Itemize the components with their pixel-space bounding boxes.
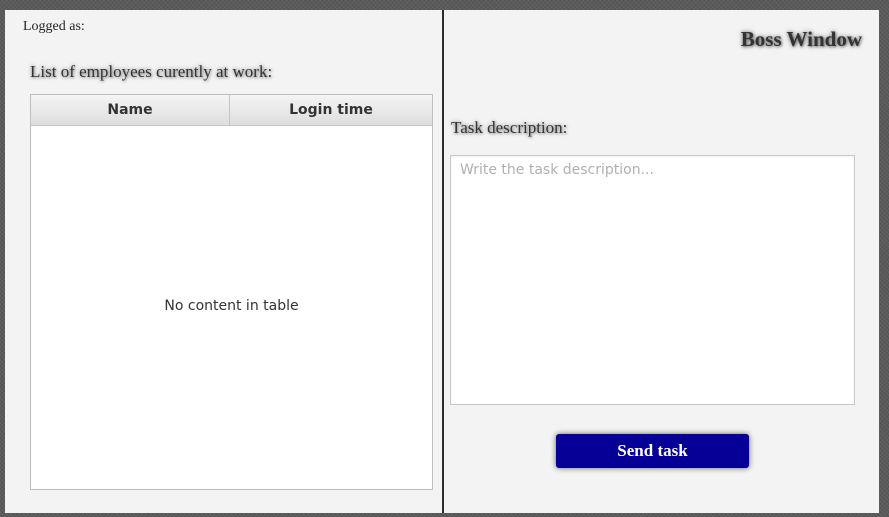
send-task-button[interactable]: Send task [556,434,749,468]
panel-divider [442,10,444,513]
table-empty-message: No content in table [164,298,299,314]
table-header: Name Login time [31,95,432,126]
logged-as-label: Logged as: [23,19,85,34]
employees-table[interactable]: Name Login time No content in table [30,94,433,490]
employees-section-label: List of employees curently at work: [30,62,273,81]
column-header-login-time[interactable]: Login time [230,95,432,125]
task-description-label: Task description: [451,118,568,137]
column-header-name[interactable]: Name [31,95,230,125]
window-title: Boss Window [740,27,862,51]
boss-window: Logged as: List of employees curently at… [5,10,879,513]
task-description-input[interactable] [450,155,855,405]
